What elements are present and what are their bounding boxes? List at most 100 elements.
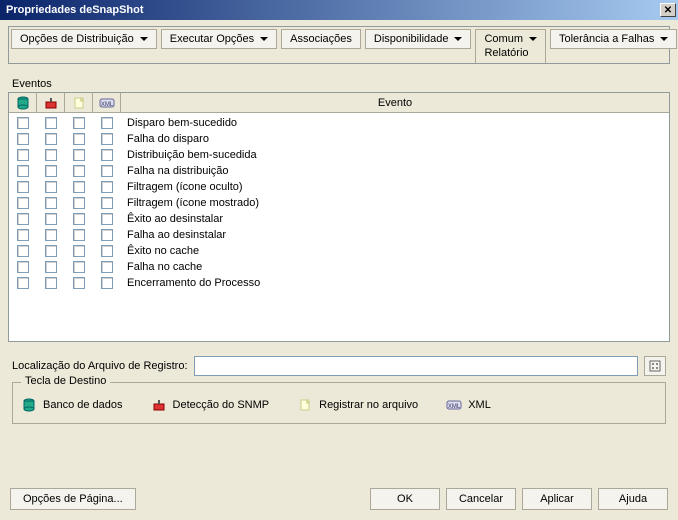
checkbox-cell: [9, 229, 37, 241]
close-button[interactable]: ✕: [660, 3, 676, 17]
table-row: Falha no cache: [9, 259, 669, 275]
event-checkbox[interactable]: [17, 149, 29, 161]
header-col-snmp[interactable]: [37, 93, 65, 112]
event-label: Filtragem (ícone oculto): [121, 181, 669, 193]
checkbox-cell: [65, 181, 93, 193]
tab-distribuicao[interactable]: Opções de Distribuição: [11, 29, 157, 49]
event-checkbox[interactable]: [101, 229, 113, 241]
event-checkbox[interactable]: [17, 197, 29, 209]
event-checkbox[interactable]: [73, 181, 85, 193]
log-location-input[interactable]: [194, 356, 639, 376]
event-checkbox[interactable]: [73, 149, 85, 161]
checkbox-cell: [93, 245, 121, 257]
button-label: Ajuda: [619, 493, 647, 505]
checkbox-cell: [37, 245, 65, 257]
event-checkbox[interactable]: [73, 229, 85, 241]
event-checkbox[interactable]: [45, 133, 57, 145]
checkbox-cell: [9, 261, 37, 273]
header-col-file[interactable]: [65, 93, 93, 112]
event-checkbox[interactable]: [101, 117, 113, 129]
checkbox-cell: [65, 213, 93, 225]
event-checkbox[interactable]: [45, 181, 57, 193]
window-title: Propriedades deSnapShot: [6, 4, 144, 16]
chevron-down-icon: [660, 37, 668, 41]
event-checkbox[interactable]: [101, 181, 113, 193]
event-label: Filtragem (ícone mostrado): [121, 197, 669, 209]
log-location-label: Localização do Arquivo de Registro:: [12, 360, 188, 372]
checkbox-cell: [93, 229, 121, 241]
checkbox-cell: [37, 261, 65, 273]
event-checkbox[interactable]: [101, 149, 113, 161]
ok-button[interactable]: OK: [370, 488, 440, 510]
event-checkbox[interactable]: [45, 165, 57, 177]
table-row: Filtragem (ícone mostrado): [9, 195, 669, 211]
header-col-db[interactable]: [9, 93, 37, 112]
event-checkbox[interactable]: [73, 133, 85, 145]
table-row: Falha na distribuição: [9, 163, 669, 179]
event-checkbox[interactable]: [73, 213, 85, 225]
checkbox-cell: [65, 277, 93, 289]
checkbox-cell: [65, 117, 93, 129]
table-row: Filtragem (ícone oculto): [9, 179, 669, 195]
event-checkbox[interactable]: [45, 261, 57, 273]
table-row: Disparo bem-sucedido: [9, 115, 669, 131]
help-button[interactable]: Ajuda: [598, 488, 668, 510]
tab-executar[interactable]: Executar Opções: [161, 29, 277, 49]
checkbox-cell: [93, 181, 121, 193]
page-options-button[interactable]: Opções de Página...: [10, 488, 136, 510]
event-checkbox[interactable]: [101, 133, 113, 145]
checkbox-cell: [37, 197, 65, 209]
events-label: Eventos: [12, 78, 666, 90]
event-checkbox[interactable]: [17, 165, 29, 177]
event-checkbox[interactable]: [17, 277, 29, 289]
checkbox-cell: [65, 149, 93, 161]
browse-button[interactable]: [644, 356, 666, 376]
checkbox-cell: [37, 165, 65, 177]
checkbox-cell: [93, 213, 121, 225]
event-checkbox[interactable]: [45, 149, 57, 161]
tab-associacoes[interactable]: Associações: [281, 29, 361, 49]
cancel-button[interactable]: Cancelar: [446, 488, 516, 510]
checkbox-cell: [37, 149, 65, 161]
event-checkbox[interactable]: [73, 165, 85, 177]
event-checkbox[interactable]: [101, 245, 113, 257]
event-checkbox[interactable]: [101, 277, 113, 289]
header-col-xml[interactable]: XML: [93, 93, 121, 112]
checkbox-cell: [9, 277, 37, 289]
tab-label: Comum: [484, 33, 523, 45]
event-checkbox[interactable]: [17, 229, 29, 241]
event-checkbox[interactable]: [45, 117, 57, 129]
event-checkbox[interactable]: [45, 245, 57, 257]
dialog-button-row: Opções de Página... OK Cancelar Aplicar …: [10, 488, 668, 510]
event-checkbox[interactable]: [45, 213, 57, 225]
tab-comum[interactable]: Comum Relatório: [475, 29, 546, 63]
event-checkbox[interactable]: [101, 165, 113, 177]
checkbox-cell: [9, 213, 37, 225]
table-row: Falha do disparo: [9, 131, 669, 147]
event-checkbox[interactable]: [101, 213, 113, 225]
event-checkbox[interactable]: [17, 261, 29, 273]
checkbox-cell: [65, 229, 93, 241]
event-checkbox[interactable]: [17, 117, 29, 129]
tab-tolerancia[interactable]: Tolerância a Falhas: [550, 29, 677, 49]
event-checkbox[interactable]: [45, 277, 57, 289]
events-table: XML Evento Disparo bem-sucedidoFalha do …: [8, 92, 670, 342]
event-checkbox[interactable]: [17, 181, 29, 193]
event-checkbox[interactable]: [17, 213, 29, 225]
event-checkbox[interactable]: [73, 197, 85, 209]
event-checkbox[interactable]: [17, 133, 29, 145]
event-checkbox[interactable]: [101, 197, 113, 209]
event-checkbox[interactable]: [101, 261, 113, 273]
event-checkbox[interactable]: [17, 245, 29, 257]
event-checkbox[interactable]: [45, 229, 57, 241]
event-checkbox[interactable]: [73, 245, 85, 257]
tab-disponibilidade[interactable]: Disponibilidade: [365, 29, 472, 49]
xml-icon: XML: [99, 95, 115, 111]
event-checkbox[interactable]: [73, 117, 85, 129]
event-checkbox[interactable]: [45, 197, 57, 209]
checkbox-cell: [65, 165, 93, 177]
event-checkbox[interactable]: [73, 277, 85, 289]
header-col-event[interactable]: Evento: [121, 93, 669, 112]
event-checkbox[interactable]: [73, 261, 85, 273]
apply-button[interactable]: Aplicar: [522, 488, 592, 510]
